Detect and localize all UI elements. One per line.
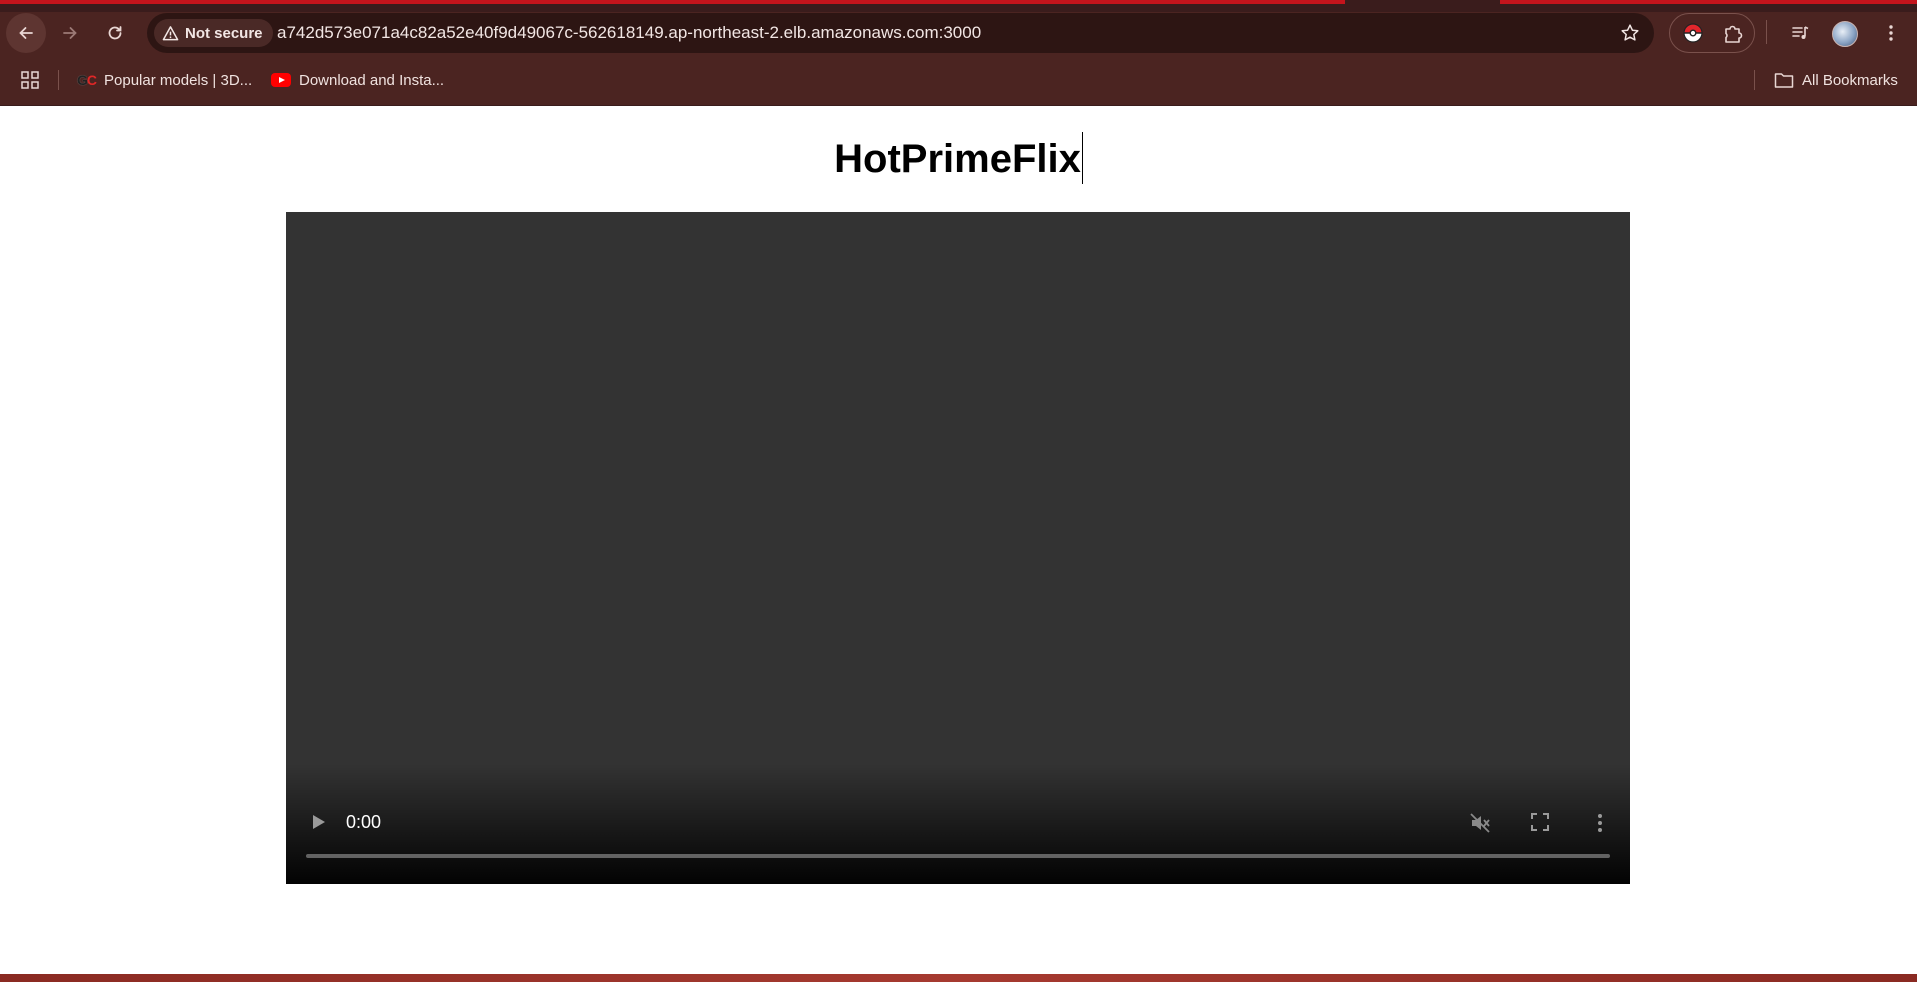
- all-bookmarks-button[interactable]: All Bookmarks: [1774, 67, 1898, 93]
- bookmark-item-popular-models[interactable]: GC Popular models | 3D...: [77, 67, 252, 93]
- reload-button[interactable]: [95, 13, 135, 53]
- muted-speaker-icon[interactable]: [1468, 811, 1492, 835]
- youtube-icon: [271, 73, 291, 87]
- text-cursor: [1081, 132, 1083, 184]
- video-controls-gradient: [286, 764, 1630, 884]
- play-icon[interactable]: [308, 812, 328, 832]
- bookmark-label: Popular models | 3D...: [104, 71, 253, 89]
- pokeball-extension-icon[interactable]: [1683, 23, 1703, 43]
- video-time: 0:00: [346, 812, 382, 832]
- page-title: HotPrimeFlix: [0, 132, 1917, 184]
- bookmark-item-download[interactable]: Download and Insta...: [271, 67, 444, 93]
- gc-logo-icon: GC: [77, 72, 97, 88]
- media-control-icon[interactable]: [1790, 23, 1810, 43]
- video-player[interactable]: 0:00: [286, 212, 1630, 884]
- more-options-icon[interactable]: [1590, 811, 1610, 835]
- forward-button[interactable]: [50, 13, 90, 53]
- bookmarks-divider: [58, 70, 59, 90]
- security-label: Not secure: [185, 24, 263, 42]
- active-tab-edge: [0, 0, 1345, 4]
- video-progress-bar[interactable]: [306, 854, 1610, 858]
- extensions-group: [1669, 13, 1755, 53]
- url-text[interactable]: a742d573e071a4c82a52e40f9d49067c-5626181…: [277, 13, 981, 53]
- toolbar-divider: [1766, 20, 1767, 44]
- site-info-chip[interactable]: Not secure: [154, 19, 273, 47]
- browser-toolbar: Not secure a742d573e071a4c82a52e40f9d490…: [0, 12, 1917, 54]
- bookmark-star-icon[interactable]: [1620, 23, 1640, 43]
- profile-avatar[interactable]: [1832, 21, 1858, 47]
- arrow-left-icon: [19, 27, 33, 39]
- menu-dots-icon[interactable]: [1881, 23, 1901, 43]
- taskbar-edge: [0, 974, 1917, 982]
- reload-icon: [108, 26, 122, 40]
- bookmark-label: Download and Insta...: [299, 71, 445, 89]
- tab-edge: [1500, 0, 1917, 4]
- back-button[interactable]: [6, 13, 46, 53]
- warning-icon: [162, 25, 179, 40]
- all-bookmarks-label: All Bookmarks: [1802, 71, 1898, 89]
- bookmarks-bar: GC Popular models | 3D... Download and I…: [0, 54, 1917, 106]
- page-title-text: HotPrimeFlix: [834, 137, 1081, 181]
- address-bar[interactable]: Not secure a742d573e071a4c82a52e40f9d490…: [147, 13, 1654, 53]
- puzzle-icon[interactable]: [1722, 23, 1744, 45]
- tab-strip: [0, 0, 1917, 12]
- fullscreen-icon[interactable]: [1529, 811, 1551, 833]
- folder-icon: [1774, 73, 1794, 88]
- arrow-right-icon: [63, 27, 77, 39]
- bookmarks-divider: [1754, 70, 1755, 90]
- apps-grid-icon[interactable]: [20, 70, 40, 90]
